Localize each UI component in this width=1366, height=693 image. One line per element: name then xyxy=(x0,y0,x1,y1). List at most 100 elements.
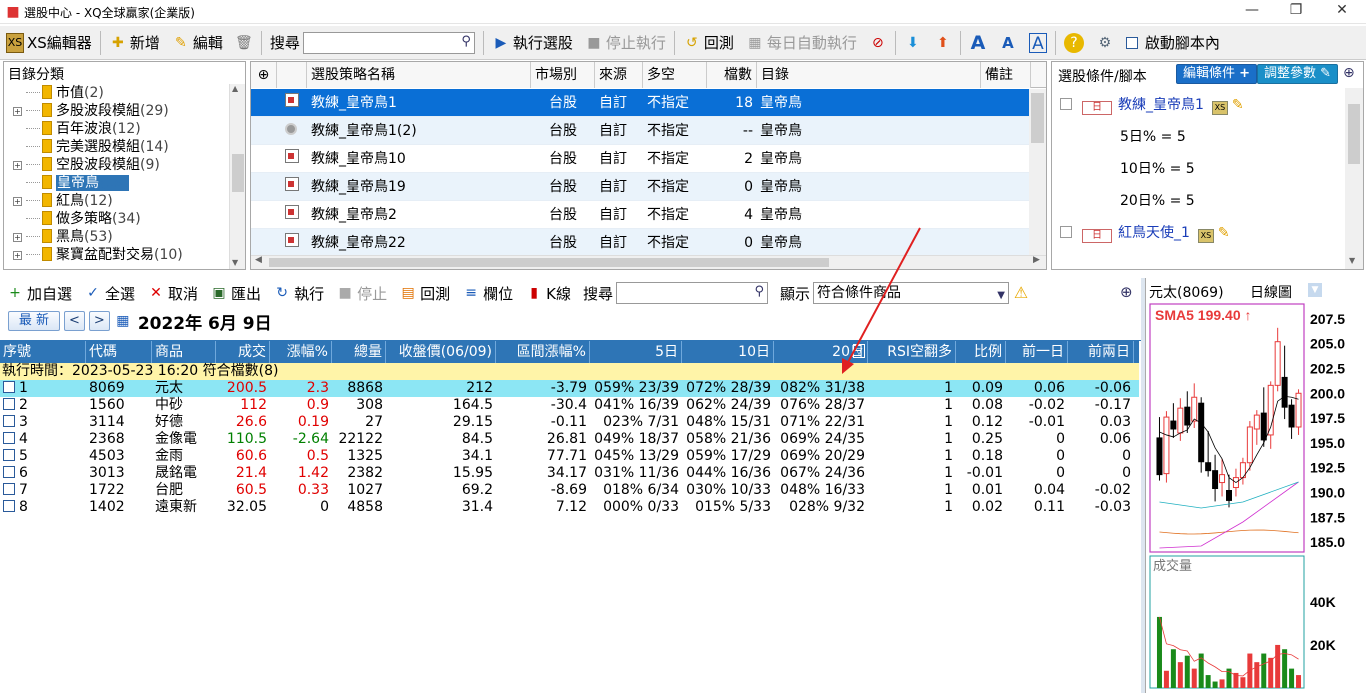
adjust-params-button[interactable]: 調整參數 ✎ xyxy=(1257,64,1339,84)
results-header-cell[interactable]: 成交 xyxy=(216,341,270,363)
tree-item[interactable]: + 聚寶盆配對交易(10) xyxy=(4,246,229,264)
expand-icon[interactable]: + xyxy=(13,161,22,170)
result-row[interactable]: 7 1722 台肥 60.5 0.33 1027 69.2 -8.69 018% 6/34 030… xyxy=(0,482,1139,499)
export-button[interactable]: ⬆ xyxy=(928,28,958,58)
warning-icon[interactable]: ⚠ xyxy=(1012,283,1030,303)
tree-item[interactable]: + 空股波段模組(9) xyxy=(4,156,229,174)
results-header-cell[interactable]: 總量 xyxy=(332,341,386,363)
cancel-auto-button[interactable]: ⊘ xyxy=(863,28,893,58)
strategy-search-input[interactable]: ⚲ xyxy=(302,31,475,54)
header-name[interactable]: 選股策略名稱 xyxy=(307,62,531,88)
condition-item[interactable]: 日教練_皇帝鳥1 XS ✎ xyxy=(1052,94,1342,115)
strategy-hscroll[interactable]: ◀ ▶ xyxy=(251,255,1046,269)
results-header-cell[interactable]: 比例 xyxy=(956,341,1006,363)
calendar-icon[interactable]: ▦ xyxy=(114,311,132,331)
backtest-results-button[interactable]: ▤ 回測 xyxy=(393,278,456,308)
condition-item[interactable]: 日紅鳥天使_1 XS ✎ xyxy=(1052,222,1342,243)
result-row[interactable]: 5 4503 金雨 60.6 0.5 1325 34.1 77.71 045% 13/29 059… xyxy=(0,448,1139,465)
strategy-row[interactable]: 教練_皇帝鳥19 台股 自訂 不指定 0 皇帝鳥 xyxy=(251,173,1029,201)
strategy-row[interactable]: 教練_皇帝鳥2 台股 自訂 不指定 4 皇帝鳥 xyxy=(251,201,1029,229)
stop-button[interactable]: ■ 停止執行 xyxy=(579,28,672,58)
font-smaller-button[interactable]: A xyxy=(993,28,1023,58)
font-reset-button[interactable]: A xyxy=(1023,28,1053,58)
row-checkbox[interactable] xyxy=(3,483,15,495)
header-market[interactable]: 市場別 xyxy=(531,62,595,88)
display-select[interactable]: 符合條件商品 ▼ xyxy=(813,282,1009,304)
row-checkbox[interactable] xyxy=(3,500,15,512)
chart-period[interactable]: 日線圖 xyxy=(1250,282,1292,302)
results-header-cell[interactable]: 序號 xyxy=(0,341,86,363)
pencil-icon[interactable]: ✎ xyxy=(1232,97,1244,113)
xs-script-icon[interactable]: XS xyxy=(1211,101,1228,115)
tree-item[interactable]: 皇帝鳥(19) xyxy=(4,174,229,192)
settings-button[interactable]: ⚙ xyxy=(1090,28,1120,58)
header-source[interactable]: 來源 xyxy=(595,62,643,88)
results-header-cell[interactable]: 前一日 xyxy=(1006,341,1068,363)
row-checkbox[interactable] xyxy=(3,466,15,478)
export-results-button[interactable]: ▣ 匯出 xyxy=(204,278,267,308)
pencil-icon[interactable]: ✎ xyxy=(1218,225,1230,241)
daily-auto-button[interactable]: ▦ 每日自動執行 xyxy=(740,28,863,58)
delete-button[interactable]: 🗑 xyxy=(229,28,259,58)
results-search-input[interactable]: ⚲ xyxy=(615,282,768,304)
results-header-cell[interactable]: 前兩日 xyxy=(1068,341,1134,363)
tree-scroll-thumb[interactable] xyxy=(232,154,244,192)
strategy-row[interactable]: 教練_皇帝鳥10 台股 自訂 不指定 2 皇帝鳥 xyxy=(251,145,1029,173)
strategy-row[interactable]: 教練_皇帝鳥22 台股 自訂 不指定 0 皇帝鳥 xyxy=(251,229,1029,255)
tree-item[interactable]: + 黑鳥(53) xyxy=(4,228,229,246)
font-larger-button[interactable]: A xyxy=(963,28,993,58)
results-header-cell[interactable]: 區間漲幅% xyxy=(496,341,590,363)
select-all-button[interactable]: ✓ 全選 xyxy=(78,278,141,308)
expand-icon[interactable]: + xyxy=(13,251,22,260)
result-row[interactable]: 2 1560 中砂 112 0.9 308 164.5 -30.4 041% 16/39 062%… xyxy=(0,397,1139,414)
xs-script-icon[interactable]: XS xyxy=(1197,229,1214,243)
header-dir[interactable]: 目錄 xyxy=(757,62,981,88)
tree-item[interactable]: 百年波浪(12) xyxy=(4,120,229,138)
next-date-button[interactable]: > xyxy=(88,311,110,331)
row-checkbox[interactable] xyxy=(3,449,15,461)
tree-item[interactable]: 市值(2) xyxy=(4,84,229,102)
stop-results-button[interactable]: ■ 停止 xyxy=(330,278,393,308)
maximize-button[interactable]: ❐ xyxy=(1276,2,1316,18)
result-row[interactable]: 3 3114 好德 26.6 0.19 27 29.15 -0.11 023% 7/31 048%… xyxy=(0,414,1139,431)
row-checkbox[interactable] xyxy=(3,398,15,410)
zoom-icon[interactable]: ⊕ xyxy=(251,62,277,88)
script-checkbox[interactable]: 啟動腳本內 xyxy=(1120,28,1226,58)
sort-desc-icon[interactable]: ▽ xyxy=(853,344,865,358)
checkbox-icon[interactable] xyxy=(1060,98,1072,110)
edit-button[interactable]: ✎ 編輯 xyxy=(166,28,229,58)
zoom-in-icon[interactable]: ⊕ xyxy=(1343,65,1355,81)
prev-date-button[interactable]: < xyxy=(64,311,85,331)
add-watchlist-button[interactable]: + 加自選 xyxy=(0,278,78,308)
expand-icon[interactable]: + xyxy=(13,233,22,242)
result-row[interactable]: 1 8069 元太 200.5 2.3 8868 212 -3.79 059% 23/39 072… xyxy=(0,380,1139,397)
run-screening-button[interactable]: ▶ 執行選股 xyxy=(486,28,579,58)
tree-item[interactable]: + 紅鳥(12) xyxy=(4,192,229,210)
results-header-cell[interactable]: RSI空翻多 xyxy=(868,341,956,363)
xs-editor-button[interactable]: XS XS編輯器 xyxy=(0,28,98,58)
results-header-cell[interactable]: 商品 xyxy=(152,341,216,363)
results-header-cell[interactable]: 代碼 xyxy=(86,341,152,363)
row-checkbox[interactable] xyxy=(3,432,15,444)
minimize-button[interactable]: — xyxy=(1232,2,1272,18)
tree-scrollbar[interactable]: ▲ ▼ xyxy=(229,84,245,269)
exec-button[interactable]: ↻ 執行 xyxy=(267,278,330,308)
columns-button[interactable]: ≡ 欄位 xyxy=(456,278,519,308)
header-note[interactable]: 備註 xyxy=(981,62,1031,88)
backtest-button[interactable]: ↺ 回測 xyxy=(677,28,740,58)
tree-item[interactable]: 完美選股模組(14) xyxy=(4,138,229,156)
expand-icon[interactable]: + xyxy=(13,197,22,206)
result-row[interactable]: 8 1402 遠東新 32.05 0 4858 31.4 7.12 000% 0/33 015% … xyxy=(0,499,1139,516)
edit-conditions-button[interactable]: 編輯條件 + xyxy=(1176,64,1258,84)
results-header-cell[interactable]: 5日 xyxy=(590,341,682,363)
checkbox-icon[interactable] xyxy=(1060,226,1072,238)
period-dropdown-icon[interactable]: ▼ xyxy=(1308,283,1322,297)
results-header-cell[interactable]: 漲幅% xyxy=(270,341,332,363)
import-button[interactable]: ⬇ xyxy=(898,28,928,58)
cancel-select-button[interactable]: ✕ 取消 xyxy=(141,278,204,308)
strategy-row[interactable]: 教練_皇帝鳥1 台股 自訂 不指定 18 皇帝鳥 xyxy=(251,89,1029,117)
strategy-row[interactable]: 教練_皇帝鳥1(2) 台股 自訂 不指定 -- 皇帝鳥 xyxy=(251,117,1029,145)
kline-button[interactable]: ▮ K線 xyxy=(519,278,577,308)
header-count[interactable]: 檔數 xyxy=(707,62,757,88)
results-header-cell[interactable]: 收盤價(06/09) xyxy=(386,341,496,363)
